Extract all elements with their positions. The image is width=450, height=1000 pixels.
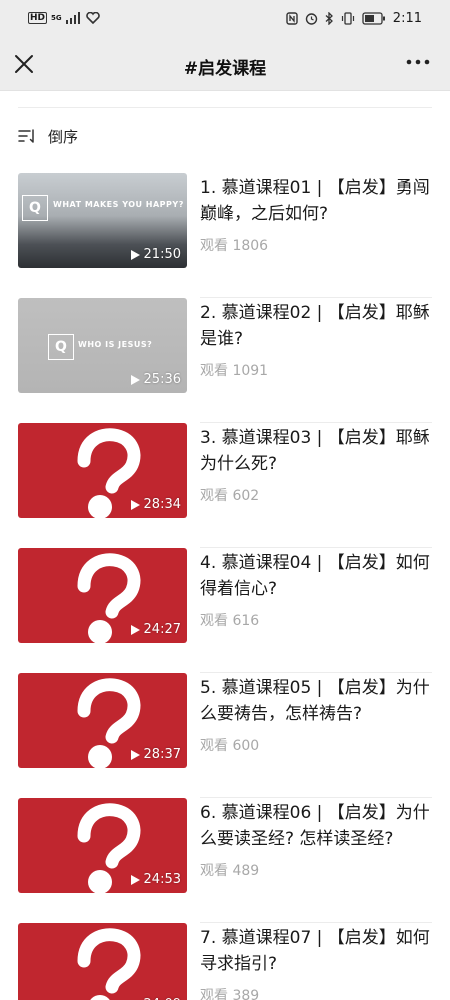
sort-toggle[interactable]: 倒序 bbox=[18, 125, 78, 147]
duration-text: 28:37 bbox=[143, 747, 181, 762]
duration-text: 24:27 bbox=[143, 622, 181, 637]
video-list-item[interactable]: 28:37 5. 慕道课程05 | 【启发】为什么要祷告，怎样祷告? 观看 600 bbox=[0, 673, 450, 798]
play-icon bbox=[130, 374, 140, 385]
video-title[interactable]: 4. 慕道课程04 | 【启发】如何得着信心? bbox=[200, 550, 432, 602]
video-thumbnail[interactable]: 24:53 bbox=[18, 798, 187, 893]
duration-text: 28:34 bbox=[143, 497, 181, 512]
video-duration: 24:53 bbox=[130, 872, 181, 887]
video-list-item[interactable]: 24:097. 慕道课程07 | 【启发】如何寻求指引? 观看 389 bbox=[0, 923, 450, 1000]
nfc-icon bbox=[286, 12, 298, 25]
video-thumbnail[interactable]: Q WHO IS JESUS? 25:36 bbox=[18, 298, 187, 393]
duration-text: 21:50 bbox=[143, 247, 181, 262]
play-icon bbox=[130, 249, 140, 260]
video-duration: 21:50 bbox=[130, 247, 181, 262]
video-duration: 25:36 bbox=[130, 372, 181, 387]
video-thumbnail[interactable]: 28:34 bbox=[18, 423, 187, 518]
close-button[interactable] bbox=[10, 50, 40, 80]
video-title[interactable]: 5. 慕道课程05 | 【启发】为什么要祷告，怎样祷告? bbox=[200, 675, 432, 727]
bluetooth-icon bbox=[325, 12, 333, 25]
video-list-item[interactable]: Q WHAT MAKES YOU HAPPY? 21:50 1. 慕道课程01 | 【… bbox=[0, 173, 450, 298]
video-duration: 28:37 bbox=[130, 747, 181, 762]
video-list-page: 倒序 Q WHAT MAKES YOU HAPPY? 21:50 1. 慕道课程01 … bbox=[0, 91, 450, 1000]
view-count: 观看 389 bbox=[200, 988, 260, 1000]
hd-icon: HD bbox=[28, 12, 48, 24]
clock-time: 2:11 bbox=[392, 11, 422, 26]
network-type: 5G bbox=[51, 13, 62, 22]
video-duration: 28:34 bbox=[130, 497, 181, 512]
play-icon bbox=[130, 874, 140, 885]
duration-text: 25:36 bbox=[143, 372, 181, 387]
video-title[interactable]: 1. 慕道课程01 | 【启发】勇闯巅峰，之后如何? bbox=[200, 175, 432, 227]
close-icon bbox=[15, 55, 33, 73]
q-logo: Q bbox=[22, 195, 48, 221]
thumbnail-caption: WHO IS JESUS? bbox=[78, 340, 153, 349]
video-title[interactable]: 2. 慕道课程02 | 【启发】耶稣是谁? bbox=[200, 300, 432, 352]
video-thumbnail[interactable]: 28:37 bbox=[18, 673, 187, 768]
view-count: 观看 1091 bbox=[200, 363, 269, 379]
video-list-item[interactable]: 24:53 6. 慕道课程06 | 【启发】为什么要读圣经? 怎样读圣经? 观看 4… bbox=[0, 798, 450, 923]
q-logo: Q bbox=[48, 334, 74, 360]
video-thumbnail[interactable]: 24:09 bbox=[18, 923, 187, 1000]
divider bbox=[18, 107, 432, 108]
sort-label: 倒序 bbox=[48, 127, 79, 146]
video-list: Q WHAT MAKES YOU HAPPY? 21:50 1. 慕道课程01 | 【… bbox=[0, 173, 450, 1000]
video-thumbnail[interactable]: 24:27 bbox=[18, 548, 187, 643]
heart-icon bbox=[85, 12, 100, 24]
signal-icon bbox=[65, 12, 80, 24]
video-title[interactable]: 3. 慕道课程03 | 【启发】耶稣为什么死? bbox=[200, 425, 432, 477]
video-title[interactable]: 7. 慕道课程07 | 【启发】如何寻求指引? bbox=[200, 925, 432, 977]
view-count: 观看 489 bbox=[200, 863, 260, 879]
video-list-item[interactable]: 28:34 3. 慕道课程03 | 【启发】耶稣为什么死? 观看 602 bbox=[0, 423, 450, 548]
sort-icon bbox=[18, 129, 34, 143]
view-count: 观看 602 bbox=[200, 488, 260, 504]
more-button[interactable] bbox=[404, 50, 434, 80]
view-count: 观看 600 bbox=[200, 738, 260, 754]
view-count: 观看 1806 bbox=[200, 238, 269, 254]
nav-bar: #启发课程 bbox=[0, 40, 450, 91]
video-list-item[interactable]: 24:27 4. 慕道课程04 | 【启发】如何得着信心? 观看 616 bbox=[0, 548, 450, 673]
play-icon bbox=[130, 624, 140, 635]
question-mark-logo bbox=[77, 928, 141, 1000]
status-bar: HD 5G 2:11 bbox=[0, 0, 450, 40]
vibrate-icon bbox=[341, 12, 354, 25]
video-title[interactable]: 6. 慕道课程06 | 【启发】为什么要读圣经? 怎样读圣经? bbox=[200, 800, 432, 852]
more-dots-icon bbox=[406, 59, 430, 65]
view-count: 观看 616 bbox=[200, 613, 260, 629]
video-list-item[interactable]: Q WHO IS JESUS? 25:36 2. 慕道课程02 | 【启发】耶稣是谁?… bbox=[0, 298, 450, 423]
video-duration: 24:27 bbox=[130, 622, 181, 637]
alarm-icon bbox=[305, 13, 317, 25]
play-icon bbox=[130, 499, 140, 510]
play-icon bbox=[130, 749, 140, 760]
video-thumbnail[interactable]: Q WHAT MAKES YOU HAPPY? 21:50 bbox=[18, 173, 187, 268]
duration-text: 24:53 bbox=[143, 872, 181, 887]
thumbnail-caption: WHAT MAKES YOU HAPPY? bbox=[53, 200, 184, 209]
page-title: #启发课程 bbox=[183, 59, 267, 79]
battery-icon bbox=[362, 12, 385, 25]
